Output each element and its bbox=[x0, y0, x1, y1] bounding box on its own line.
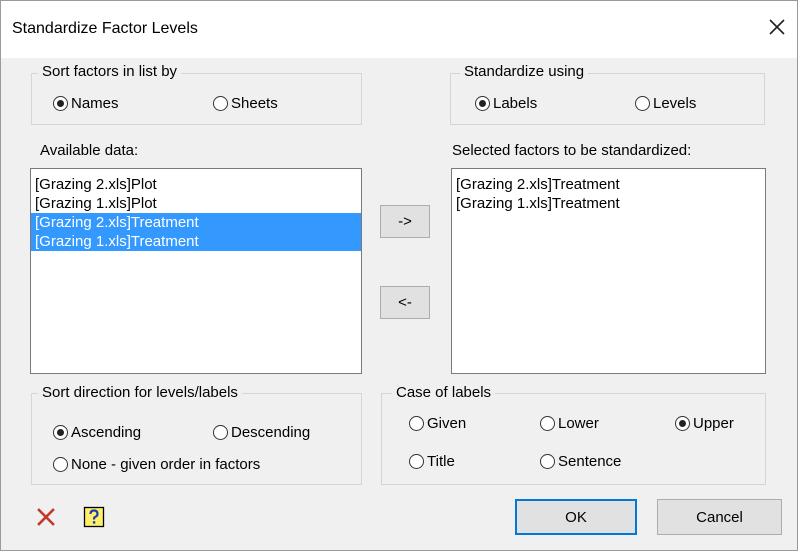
radio-case-sentence-indicator bbox=[540, 454, 555, 469]
radio-sort-sheets-indicator bbox=[213, 96, 228, 111]
radio-none-given-order-label: None - given order in factors bbox=[71, 456, 261, 473]
radio-standardize-labels[interactable]: Labels bbox=[475, 95, 537, 112]
clear-button[interactable] bbox=[30, 505, 62, 533]
list-item[interactable]: [Grazing 1.xls]Plot bbox=[31, 194, 361, 213]
radio-none-given-order-indicator bbox=[53, 457, 68, 472]
red-x-icon bbox=[35, 506, 57, 532]
radio-sort-names-indicator bbox=[53, 96, 68, 111]
selected-factors-list[interactable]: [Grazing 2.xls]Treatment [Grazing 1.xls]T… bbox=[451, 168, 766, 374]
radio-descending-label: Descending bbox=[231, 424, 311, 441]
radio-case-title-indicator bbox=[409, 454, 424, 469]
radio-ascending-label: Ascending bbox=[71, 424, 142, 441]
add-button[interactable]: -> bbox=[380, 205, 430, 238]
radio-descending-indicator bbox=[213, 425, 228, 440]
list-item[interactable]: [Grazing 1.xls]Treatment bbox=[452, 194, 765, 213]
standardize-using-legend: Standardize using bbox=[460, 63, 589, 80]
selected-factors-label: Selected factors to be standardized: bbox=[452, 142, 692, 159]
radio-case-given-label: Given bbox=[427, 415, 467, 432]
radio-sort-sheets[interactable]: Sheets bbox=[213, 95, 278, 112]
radio-case-given[interactable]: Given bbox=[409, 415, 466, 432]
close-icon[interactable] bbox=[764, 14, 790, 40]
list-item[interactable]: [Grazing 1.xls]Treatment bbox=[31, 232, 361, 251]
radio-ascending[interactable]: Ascending bbox=[53, 424, 141, 441]
radio-case-given-indicator bbox=[409, 416, 424, 431]
radio-case-upper[interactable]: Upper bbox=[675, 415, 734, 432]
radio-ascending-indicator bbox=[53, 425, 68, 440]
ok-button[interactable]: OK bbox=[515, 499, 637, 535]
radio-case-title-label: Title bbox=[427, 453, 455, 470]
cancel-button[interactable]: Cancel bbox=[657, 499, 782, 535]
radio-sort-sheets-label: Sheets bbox=[231, 95, 278, 112]
radio-case-title[interactable]: Title bbox=[409, 453, 455, 470]
list-item[interactable]: [Grazing 2.xls]Treatment bbox=[452, 175, 765, 194]
available-data-list[interactable]: [Grazing 2.xls]Plot [Grazing 1.xls]Plot [G… bbox=[30, 168, 362, 374]
radio-sort-names-label: Names bbox=[71, 95, 119, 112]
sort-direction-legend: Sort direction for levels/labels bbox=[38, 384, 242, 401]
list-item[interactable]: [Grazing 2.xls]Treatment bbox=[31, 213, 361, 232]
radio-standardize-labels-indicator bbox=[475, 96, 490, 111]
radio-standardize-levels-indicator bbox=[635, 96, 650, 111]
radio-none-given-order[interactable]: None - given order in factors bbox=[53, 456, 260, 473]
radio-case-upper-indicator bbox=[675, 416, 690, 431]
radio-case-sentence-label: Sentence bbox=[558, 453, 622, 470]
radio-descending[interactable]: Descending bbox=[213, 424, 310, 441]
sort-factors-legend: Sort factors in list by bbox=[38, 63, 182, 80]
list-item[interactable]: [Grazing 2.xls]Plot bbox=[31, 175, 361, 194]
help-question-icon bbox=[83, 506, 105, 532]
radio-case-upper-label: Upper bbox=[693, 415, 734, 432]
window-title: Standardize Factor Levels bbox=[12, 20, 198, 37]
radio-standardize-labels-label: Labels bbox=[493, 95, 538, 112]
available-data-label: Available data: bbox=[40, 142, 139, 159]
case-of-labels-legend: Case of labels bbox=[392, 384, 496, 401]
remove-button[interactable]: <- bbox=[380, 286, 430, 319]
radio-case-lower-indicator bbox=[540, 416, 555, 431]
radio-case-sentence[interactable]: Sentence bbox=[540, 453, 621, 470]
help-button[interactable] bbox=[80, 505, 108, 533]
radio-case-lower-label: Lower bbox=[558, 415, 599, 432]
radio-case-lower[interactable]: Lower bbox=[540, 415, 599, 432]
case-of-labels-group bbox=[381, 393, 766, 485]
radio-sort-names[interactable]: Names bbox=[53, 95, 119, 112]
radio-standardize-levels-label: Levels bbox=[653, 95, 697, 112]
radio-standardize-levels[interactable]: Levels bbox=[635, 95, 696, 112]
